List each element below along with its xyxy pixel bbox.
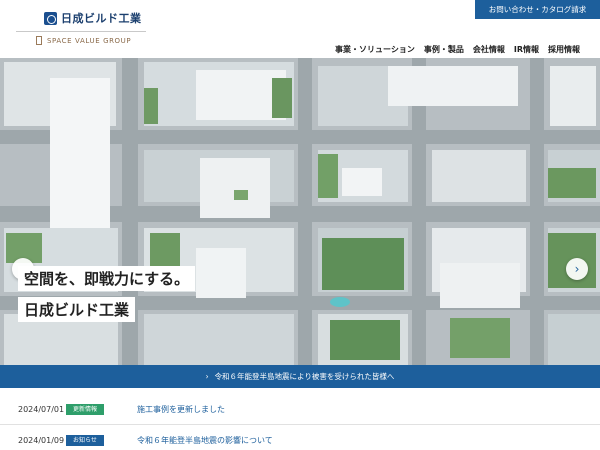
nav-item-business[interactable]: 事業・ソリューション	[335, 44, 415, 55]
company-logo[interactable]: 日成ビルド工業	[44, 10, 142, 26]
news-title-link[interactable]: 令和６年能登半島地震の影響について	[137, 435, 273, 446]
logo-mark-icon	[44, 11, 57, 25]
news-category-badge: お知らせ	[66, 434, 104, 446]
news-date: 2024/01/09	[18, 435, 65, 445]
group-mark-icon	[36, 36, 42, 45]
hero-slider[interactable]: ‹ › 空間を、即戦力にする。 日成ビルド工業	[0, 58, 600, 365]
slider-next-button[interactable]: ›	[566, 258, 588, 280]
disaster-notice-bar[interactable]: › 令和６年能登半島地震により被害を受けられた皆様へ	[0, 365, 600, 388]
group-logo[interactable]: SPACE VALUE GROUP	[36, 36, 131, 45]
logo-divider	[16, 31, 146, 32]
chevron-right-icon: ›	[205, 372, 209, 381]
nav-item-ir[interactable]: IR情報	[514, 44, 539, 55]
nav-item-company[interactable]: 会社情報	[473, 44, 505, 55]
news-category-badge: 更新情報	[66, 404, 104, 415]
contact-button[interactable]: お問い合わせ・カタログ請求	[475, 0, 600, 19]
news-item: 2024/01/09 お知らせ 令和６年能登半島地震の影響について	[0, 425, 600, 450]
notice-text: 令和６年能登半島地震により被害を受けられた皆様へ	[214, 372, 395, 381]
site-header: 日成ビルド工業 SPACE VALUE GROUP お問い合わせ・カタログ請求 …	[0, 0, 600, 58]
global-nav: 事業・ソリューション 事例・製品 会社情報 IR情報 採用情報	[335, 44, 580, 55]
logo-text: 日成ビルド工業	[61, 12, 142, 25]
nav-item-cases[interactable]: 事例・製品	[424, 44, 464, 55]
news-date: 2024/07/01	[18, 405, 65, 414]
nav-item-recruit[interactable]: 採用情報	[548, 44, 580, 55]
hero-catch-line2: 日成ビルド工業	[18, 297, 136, 322]
group-logo-text: SPACE VALUE GROUP	[47, 36, 132, 45]
hero-catch-line1: 空間を、即戦力にする。	[18, 266, 196, 291]
news-title-link[interactable]: 施工事例を更新しました	[137, 404, 225, 415]
news-item: 2024/07/01 更新情報 施工事例を更新しました	[0, 395, 600, 425]
